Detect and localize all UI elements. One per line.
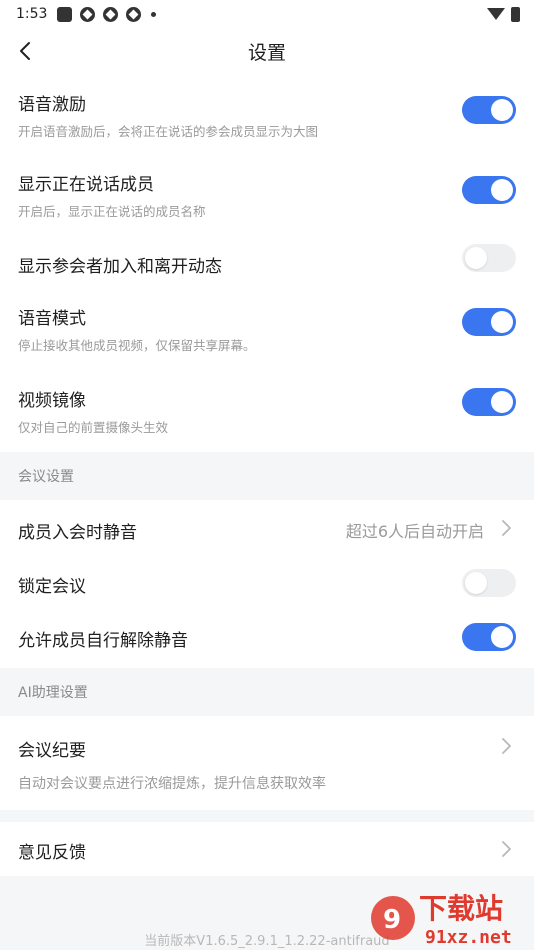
setting-voice-mode: 语音模式 停止接收其他成员视频，仅保留共享屏幕。 [0, 290, 534, 372]
status-bar: 1:53 [0, 0, 534, 28]
setting-lock-meeting: 锁定会议 [0, 556, 534, 612]
toggle-knob [465, 247, 487, 269]
notification-app-icon [126, 6, 142, 22]
chevron-right-icon [502, 738, 511, 754]
setting-label: 会议纪要 [18, 741, 86, 761]
setting-value: 超过6人后自动开启 [345, 522, 484, 541]
toggle-knob [491, 626, 513, 648]
setting-feedback[interactable]: 意见反馈 [0, 822, 534, 876]
nav-bar: 设置 [0, 28, 534, 74]
setting-show-join-leave: 显示参会者加入和离开动态 [0, 234, 534, 290]
setting-voice-activation: 语音激励 开启语音激励后，会将正在说话的参会成员显示为大图 [0, 74, 534, 154]
voice-mode-toggle[interactable] [462, 308, 516, 336]
notification-app-icon [80, 6, 96, 22]
watermark-logo-icon: 9 下载站 91xz.net [371, 892, 512, 948]
setting-description: 开启语音激励后，会将正在说话的参会成员显示为大图 [18, 124, 319, 139]
setting-description: 开启后，显示正在说话的成员名称 [18, 204, 206, 219]
setting-description: 自动对会议要点进行浓缩提炼，提升信息获取效率 [18, 776, 326, 792]
notification-app-icon [103, 6, 119, 22]
setting-show-speaking-member: 显示正在说话成员 开启后，显示正在说话的成员名称 [0, 154, 534, 234]
watermark-brand: 下载站 [419, 892, 503, 925]
back-icon[interactable] [16, 40, 36, 62]
toggle-knob [491, 391, 513, 413]
setting-allow-unmute: 允许成员自行解除静音 [0, 612, 534, 668]
allow-unmute-toggle[interactable] [462, 623, 516, 651]
setting-description: 停止接收其他成员视频，仅保留共享屏幕。 [18, 338, 256, 353]
svg-text:9: 9 [383, 905, 401, 935]
notification-square-icon [57, 6, 73, 22]
setting-label: 视频镜像 [18, 391, 86, 411]
setting-video-mirror: 视频镜像 仅对自己的前置摄像头生效 [0, 372, 534, 452]
setting-mute-on-join[interactable]: 成员入会时静音 超过6人后自动开启 [0, 500, 534, 556]
toggle-knob [465, 572, 487, 594]
setting-label: 意见反馈 [18, 843, 86, 863]
voice-activation-toggle[interactable] [462, 96, 516, 124]
setting-label: 语音模式 [18, 309, 86, 329]
show-speaking-member-toggle[interactable] [462, 176, 516, 204]
chevron-right-icon [502, 841, 511, 857]
meeting-settings-group: 成员入会时静音 超过6人后自动开启 锁定会议 允许成员自行解除静音 [0, 500, 534, 668]
ai-settings-group: 会议纪要 自动对会议要点进行浓缩提炼，提升信息获取效率 [0, 716, 534, 810]
page-title: 设置 [247, 41, 286, 64]
lock-meeting-toggle[interactable] [462, 569, 516, 597]
setting-description: 仅对自己的前置摄像头生效 [18, 420, 169, 435]
show-join-leave-toggle[interactable] [462, 244, 516, 272]
setting-label: 显示参会者加入和离开动态 [18, 257, 222, 277]
section-header-meeting-settings: 会议设置 [18, 469, 74, 485]
video-mirror-toggle[interactable] [462, 388, 516, 416]
status-time: 1:53 [16, 6, 48, 22]
toggle-knob [491, 99, 513, 121]
setting-label: 允许成员自行解除静音 [18, 631, 188, 651]
toggle-knob [491, 179, 513, 201]
more-notifications-dot-icon [151, 11, 157, 17]
setting-label: 锁定会议 [18, 577, 86, 597]
setting-label: 显示正在说话成员 [18, 175, 154, 195]
section-header-ai-settings: AI助理设置 [18, 685, 88, 701]
wifi-icon [487, 8, 505, 20]
feedback-group: 意见反馈 [0, 822, 534, 876]
divider-gap [0, 810, 534, 822]
toggle-knob [491, 311, 513, 333]
watermark-logo: 9 下载站 91xz.net [365, 888, 533, 948]
setting-meeting-summary[interactable]: 会议纪要 自动对会议要点进行浓缩提炼，提升信息获取效率 [0, 716, 534, 810]
setting-label: 语音激励 [18, 95, 86, 115]
watermark-domain: 91xz.net [425, 927, 512, 948]
general-settings-group: 语音激励 开启语音激励后，会将正在说话的参会成员显示为大图 显示正在说话成员 开… [0, 74, 534, 452]
battery-icon [511, 6, 520, 22]
chevron-right-icon [502, 520, 511, 536]
